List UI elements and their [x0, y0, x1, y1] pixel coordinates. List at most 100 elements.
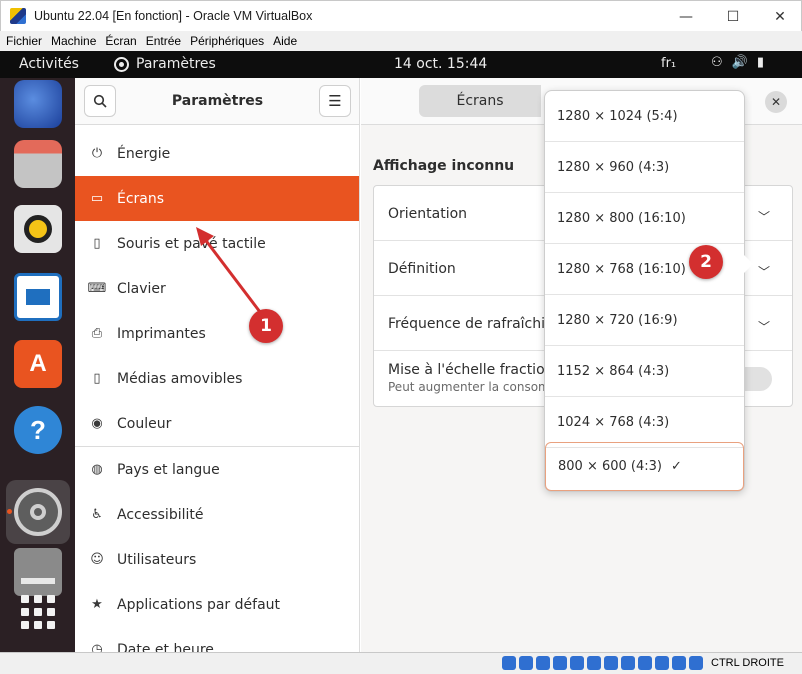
hamburger-menu-button[interactable]: ☰	[319, 85, 351, 117]
checkmark-icon: ✓	[670, 459, 682, 474]
accessibility-icon: ♿	[91, 507, 103, 522]
chevron-down-icon: ﹀	[758, 210, 771, 224]
settings-sidebar-header: Paramètres ☰	[75, 78, 360, 125]
color-icon: ◉	[91, 416, 103, 431]
sidebar-item-label: Applications par défaut	[117, 596, 281, 613]
maximize-button[interactable]: ☐	[710, 1, 756, 32]
sidebar-item-label: Souris et pavé tactile	[117, 235, 266, 252]
network-icon	[553, 656, 567, 670]
gear-icon	[114, 56, 129, 72]
thunderbird-icon[interactable]	[14, 80, 62, 128]
app-menu[interactable]: Paramètres	[114, 56, 216, 72]
sidebar-item-medias[interactable]: ▯ Médias amovibles	[75, 356, 359, 401]
annotation-badge-2: 2	[689, 245, 723, 279]
resolution-option[interactable]: 1280 × 1024 (5:4)	[545, 91, 744, 142]
sidebar-item-souris[interactable]: ▯ Souris et pavé tactile	[75, 221, 359, 266]
section-title: Affichage inconnu	[373, 158, 515, 174]
usb-icon: ▯	[93, 371, 101, 386]
sidebar-item-pays[interactable]: ◍ Pays et langue	[75, 447, 359, 492]
settings-dock-icon[interactable]	[14, 488, 62, 536]
rhythmbox-icon[interactable]	[14, 205, 62, 253]
ubuntu-top-bar: Activités Paramètres 14 oct. 15:44 fr₁ ⚇…	[0, 51, 802, 78]
resolution-option[interactable]: 1024 × 768 (4:3)	[545, 397, 744, 448]
resolution-option[interactable]: 1280 × 800 (16:10)	[545, 193, 744, 244]
device-status-icons[interactable]	[502, 656, 703, 670]
virtualbox-icon	[10, 8, 26, 24]
show-apps-icon[interactable]	[14, 588, 62, 636]
mouse-integration-icon	[655, 656, 669, 670]
sidebar-item-date[interactable]: ◷ Date et heure	[75, 627, 359, 653]
menu-aide[interactable]: Aide	[273, 34, 297, 48]
fractional-scaling-label: Mise à l'échelle fraction	[388, 362, 554, 378]
hdd-icon	[502, 656, 516, 670]
libreoffice-writer-icon[interactable]	[14, 273, 62, 321]
resolution-dropdown: 1280 × 1024 (5:4) 1280 × 960 (4:3) 1280 …	[544, 90, 745, 492]
arrow-icon	[689, 656, 703, 670]
keyboard-icon: ⌨	[87, 281, 107, 296]
vt-icon	[638, 656, 652, 670]
settings-sidebar: ⏻ Énergie ▭ Écrans ▯ Souris et pavé tact…	[75, 125, 360, 652]
sidebar-item-clavier[interactable]: ⌨ Clavier	[75, 266, 359, 311]
fractional-scaling-subtitle: Peut augmenter la consomm	[388, 380, 562, 394]
menu-machine[interactable]: Machine	[51, 34, 96, 48]
mouse-icon: ▯	[93, 236, 101, 251]
sidebar-item-ecrans[interactable]: ▭ Écrans	[75, 176, 359, 221]
minimize-button[interactable]: —	[663, 1, 709, 32]
optical-icon	[519, 656, 533, 670]
sidebar-item-imprimantes[interactable]: ⎙ Imprimantes	[75, 311, 359, 356]
app-center-icon[interactable]: A	[14, 340, 62, 388]
menu-entree[interactable]: Entrée	[146, 34, 181, 48]
popover-arrow	[744, 255, 753, 273]
menu-ecran[interactable]: Écran	[105, 34, 136, 48]
recording-icon	[621, 656, 635, 670]
refresh-rate-label: Fréquence de rafraîchis	[388, 316, 553, 332]
host-window-titlebar: Ubuntu 22.04 [En fonction] - Oracle VM V…	[0, 0, 802, 31]
sidebar-item-label: Médias amovibles	[117, 370, 243, 387]
menu-fichier[interactable]: Fichier	[6, 34, 42, 48]
ubuntu-dock: A ?	[0, 78, 75, 652]
files-icon[interactable]	[14, 140, 62, 188]
keyboard-layout-indicator[interactable]: fr₁	[661, 56, 676, 71]
sidebar-item-label: Date et heure	[117, 641, 214, 653]
definition-label: Définition	[388, 261, 456, 277]
hamburger-icon: ☰	[328, 92, 342, 110]
clock-icon: ◷	[91, 642, 103, 652]
power-icon: ⏻	[91, 146, 103, 161]
menu-peripheriques[interactable]: Périphériques	[190, 34, 264, 48]
tab-ecrans[interactable]: Écrans	[419, 85, 541, 117]
keyboard-icon	[672, 656, 686, 670]
sidebar-item-accessibilite[interactable]: ♿ Accessibilité	[75, 492, 359, 537]
system-tray[interactable]: ⚇ 🔊 ▮	[711, 55, 764, 70]
globe-icon: ◍	[91, 462, 103, 477]
audio-icon	[536, 656, 550, 670]
virtualbox-statusbar: CTRL DROITE	[0, 652, 802, 674]
host-key-label: CTRL DROITE	[711, 657, 784, 669]
settings-title: Paramètres	[171, 93, 264, 109]
activities-button[interactable]: Activités	[19, 56, 79, 72]
sidebar-item-couleur[interactable]: ◉ Couleur	[75, 401, 359, 446]
shared-folder-icon	[587, 656, 601, 670]
window-title: Ubuntu 22.04 [En fonction] - Oracle VM V…	[34, 9, 313, 23]
sidebar-item-label: Imprimantes	[117, 325, 206, 342]
close-icon: ✕	[770, 95, 782, 109]
resolution-option[interactable]: 1280 × 720 (16:9)	[545, 295, 744, 346]
help-icon[interactable]: ?	[14, 406, 62, 454]
star-icon: ★	[91, 597, 103, 612]
app-menu-label: Paramètres	[136, 56, 216, 72]
sidebar-item-label: Couleur	[117, 415, 172, 432]
usb-icon	[570, 656, 584, 670]
sidebar-item-applications[interactable]: ★ Applications par défaut	[75, 582, 359, 627]
sidebar-item-utilisateurs[interactable]: ☺ Utilisateurs	[75, 537, 359, 582]
clock[interactable]: 14 oct. 15:44	[394, 56, 487, 72]
annotation-badge-1: 1	[249, 309, 283, 343]
resolution-option[interactable]: 1280 × 960 (4:3)	[545, 142, 744, 193]
close-window-button[interactable]: ✕	[757, 1, 802, 32]
resolution-option-selected[interactable]: 800 × 600 (4:3) ✓	[545, 442, 744, 491]
chevron-down-icon: ﹀	[758, 320, 771, 334]
sidebar-item-energie[interactable]: ⏻ Énergie	[75, 131, 359, 176]
sidebar-item-label: Accessibilité	[117, 506, 204, 523]
resolution-option[interactable]: 1152 × 864 (4:3)	[545, 346, 744, 397]
close-settings-button[interactable]: ✕	[765, 91, 787, 113]
sidebar-item-label: Clavier	[117, 280, 166, 297]
running-indicator	[7, 509, 12, 514]
